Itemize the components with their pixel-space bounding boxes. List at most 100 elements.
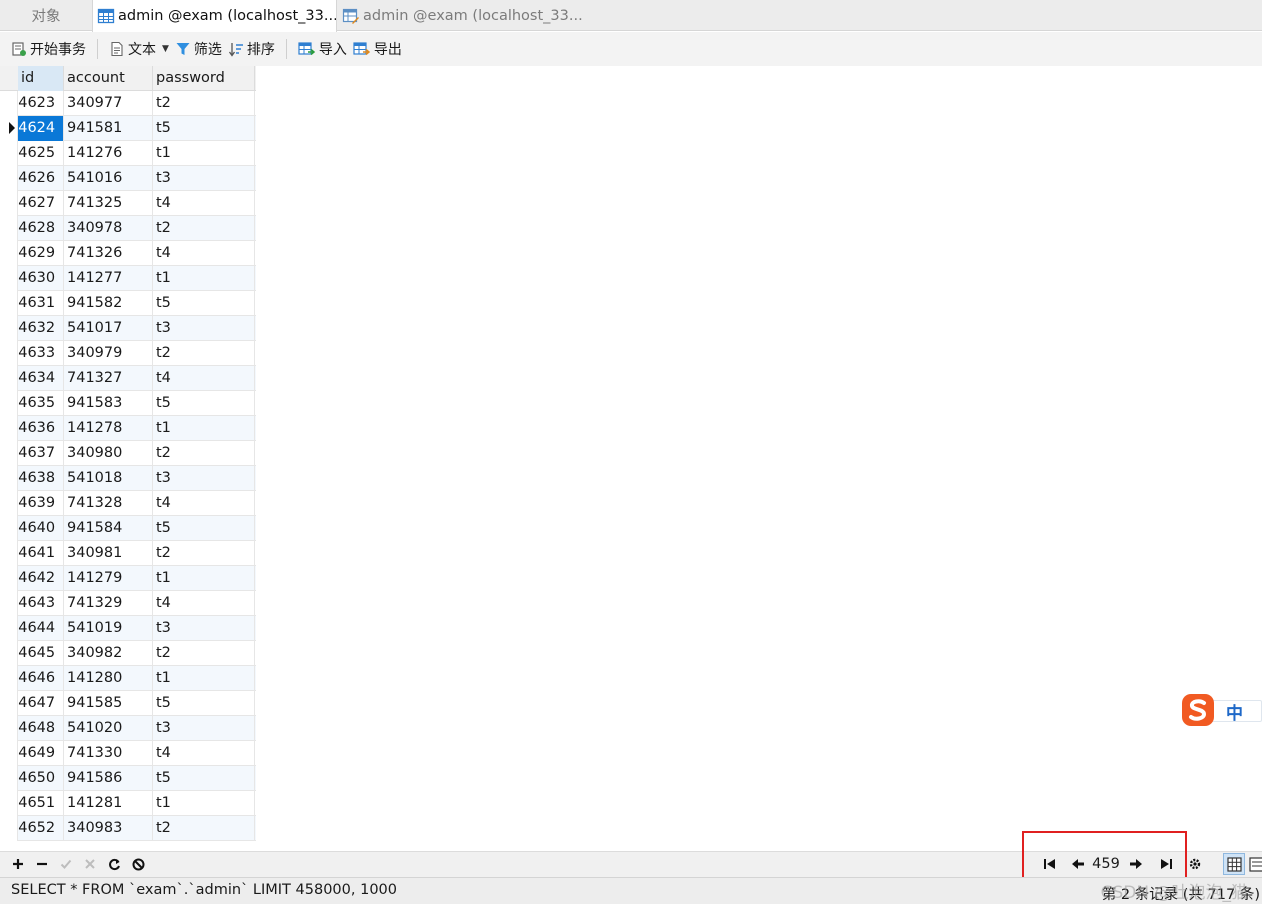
table-row[interactable]: 54646141280t1 bbox=[0, 666, 256, 691]
apply-changes-button[interactable] bbox=[57, 855, 75, 873]
cell-id[interactable]: 54631 bbox=[18, 291, 64, 316]
cell-id[interactable]: 54644 bbox=[18, 616, 64, 641]
cell-password[interactable]: t2 bbox=[153, 341, 255, 366]
cell-id[interactable]: 54637 bbox=[18, 441, 64, 466]
row-selector[interactable] bbox=[0, 191, 18, 216]
cell-password[interactable]: t5 bbox=[153, 766, 255, 791]
cell-id[interactable]: 54638 bbox=[18, 466, 64, 491]
cell-account[interactable]: 741328 bbox=[64, 491, 153, 516]
cell-account[interactable]: 541016 bbox=[64, 166, 153, 191]
cell-account[interactable]: 141279 bbox=[64, 566, 153, 591]
cell-id[interactable]: 54624 bbox=[18, 116, 64, 141]
cell-id[interactable]: 54630 bbox=[18, 266, 64, 291]
cell-id[interactable]: 54648 bbox=[18, 716, 64, 741]
stop-button[interactable] bbox=[129, 855, 147, 873]
cell-account[interactable]: 941582 bbox=[64, 291, 153, 316]
cell-id[interactable]: 54643 bbox=[18, 591, 64, 616]
table-row[interactable]: 54636141278t1 bbox=[0, 416, 256, 441]
table-row[interactable]: 54641340981t2 bbox=[0, 541, 256, 566]
cell-id[interactable]: 54627 bbox=[18, 191, 64, 216]
cell-account[interactable]: 340983 bbox=[64, 816, 153, 841]
cell-password[interactable]: t2 bbox=[153, 441, 255, 466]
settings-button[interactable] bbox=[1186, 856, 1204, 872]
cell-password[interactable]: t1 bbox=[153, 666, 255, 691]
cell-password[interactable]: t1 bbox=[153, 566, 255, 591]
row-selector[interactable] bbox=[0, 266, 18, 291]
row-selector[interactable] bbox=[0, 566, 18, 591]
row-selector[interactable] bbox=[0, 616, 18, 641]
cell-account[interactable]: 741330 bbox=[64, 741, 153, 766]
cell-account[interactable]: 541018 bbox=[64, 466, 153, 491]
cell-account[interactable]: 741326 bbox=[64, 241, 153, 266]
cell-password[interactable]: t1 bbox=[153, 141, 255, 166]
table-row[interactable]: 54628340978t2 bbox=[0, 216, 256, 241]
cell-account[interactable]: 340980 bbox=[64, 441, 153, 466]
cell-account[interactable]: 941581 bbox=[64, 116, 153, 141]
table-row[interactable]: 54631941582t5 bbox=[0, 291, 256, 316]
table-row[interactable]: 54638541018t3 bbox=[0, 466, 256, 491]
cell-password[interactable]: t1 bbox=[153, 266, 255, 291]
text-view-button[interactable]: 文本 ▼ bbox=[106, 35, 172, 63]
table-row[interactable]: 54623340977t2 bbox=[0, 91, 256, 116]
cell-account[interactable]: 941583 bbox=[64, 391, 153, 416]
refresh-button[interactable] bbox=[105, 855, 123, 873]
cell-account[interactable]: 741327 bbox=[64, 366, 153, 391]
ime-widget[interactable]: 中 bbox=[1180, 692, 1262, 728]
table-row[interactable]: 54652340983t2 bbox=[0, 816, 256, 841]
cell-account[interactable]: 141276 bbox=[64, 141, 153, 166]
row-selector[interactable] bbox=[0, 91, 18, 116]
cell-account[interactable]: 141280 bbox=[64, 666, 153, 691]
table-row[interactable]: 54633340979t2 bbox=[0, 341, 256, 366]
row-selector[interactable] bbox=[0, 641, 18, 666]
cell-id[interactable]: 54651 bbox=[18, 791, 64, 816]
table-row[interactable]: 54642141279t1 bbox=[0, 566, 256, 591]
cell-id[interactable]: 54634 bbox=[18, 366, 64, 391]
cell-id[interactable]: 54640 bbox=[18, 516, 64, 541]
cell-password[interactable]: t4 bbox=[153, 741, 255, 766]
row-selector[interactable] bbox=[0, 216, 18, 241]
cell-password[interactable]: t4 bbox=[153, 491, 255, 516]
table-row[interactable]: 54634741327t4 bbox=[0, 366, 256, 391]
table-row[interactable]: 54649741330t4 bbox=[0, 741, 256, 766]
table-row[interactable]: 54651141281t1 bbox=[0, 791, 256, 816]
cell-password[interactable]: t2 bbox=[153, 641, 255, 666]
row-selector[interactable] bbox=[0, 466, 18, 491]
row-selector[interactable] bbox=[0, 766, 18, 791]
cell-account[interactable]: 541017 bbox=[64, 316, 153, 341]
sort-button[interactable]: 排序 bbox=[225, 35, 278, 63]
cell-account[interactable]: 340977 bbox=[64, 91, 153, 116]
cell-password[interactable]: t5 bbox=[153, 691, 255, 716]
row-selector[interactable] bbox=[0, 816, 18, 841]
cell-id[interactable]: 54646 bbox=[18, 666, 64, 691]
cell-password[interactable]: t4 bbox=[153, 241, 255, 266]
table-row[interactable]: 54635941583t5 bbox=[0, 391, 256, 416]
cell-id[interactable]: 54629 bbox=[18, 241, 64, 266]
row-selector[interactable] bbox=[0, 316, 18, 341]
cell-password[interactable]: t2 bbox=[153, 91, 255, 116]
table-row[interactable]: 54637340980t2 bbox=[0, 441, 256, 466]
delete-record-button[interactable] bbox=[33, 855, 51, 873]
table-row[interactable]: 54645340982t2 bbox=[0, 641, 256, 666]
row-selector[interactable] bbox=[0, 116, 18, 141]
cell-password[interactable]: t3 bbox=[153, 616, 255, 641]
cell-password[interactable]: t1 bbox=[153, 791, 255, 816]
row-selector[interactable] bbox=[0, 341, 18, 366]
tab-admin-design[interactable]: admin @exam (localhost_33... bbox=[338, 0, 586, 31]
table-row[interactable]: 54630141277t1 bbox=[0, 266, 256, 291]
row-selector[interactable] bbox=[0, 391, 18, 416]
cell-password[interactable]: t5 bbox=[153, 291, 255, 316]
cell-account[interactable]: 340979 bbox=[64, 341, 153, 366]
row-selector[interactable] bbox=[0, 541, 18, 566]
row-selector[interactable] bbox=[0, 141, 18, 166]
table-row[interactable]: 54644541019t3 bbox=[0, 616, 256, 641]
cell-id[interactable]: 54639 bbox=[18, 491, 64, 516]
cell-id[interactable]: 54649 bbox=[18, 741, 64, 766]
table-row[interactable]: 54643741329t4 bbox=[0, 591, 256, 616]
cell-password[interactable]: t3 bbox=[153, 466, 255, 491]
cell-id[interactable]: 54632 bbox=[18, 316, 64, 341]
cell-password[interactable]: t5 bbox=[153, 391, 255, 416]
cell-id[interactable]: 54641 bbox=[18, 541, 64, 566]
table-row[interactable]: 54627741325t4 bbox=[0, 191, 256, 216]
tab-admin-table-active[interactable]: admin @exam (localhost_33... bbox=[92, 0, 337, 32]
begin-transaction-button[interactable]: 开始事务 bbox=[8, 35, 89, 63]
